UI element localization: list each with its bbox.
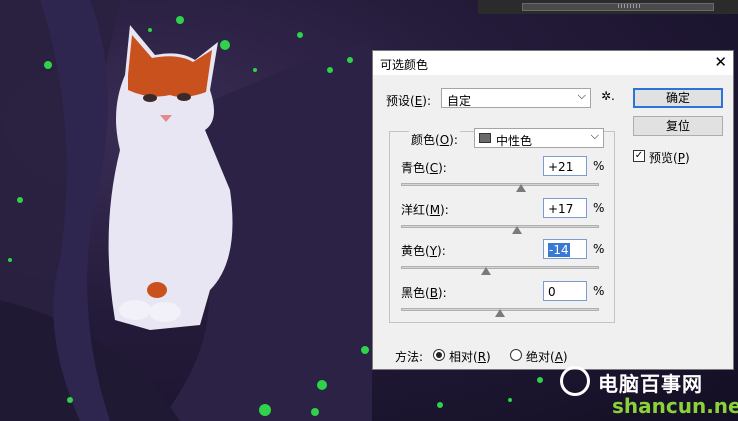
preview-checkbox[interactable]: ✓ (633, 150, 645, 162)
preset-value: 自定 (447, 94, 472, 108)
slider-track[interactable] (401, 225, 599, 228)
percent-label: % (593, 242, 605, 256)
selective-color-dialog: 可选颜色 ✕ 预设(E): 自定 ⌵ ✲. 确定 复位 ✓ 预览(P) 颜色(O… (372, 50, 734, 370)
gear-icon[interactable]: ✲. (601, 89, 615, 103)
scrollbar-grip (618, 4, 642, 8)
method-relative-radio[interactable] (433, 349, 445, 361)
slider-value-input[interactable]: +21 (543, 156, 587, 176)
method-absolute-label: 绝对(A) (526, 350, 568, 364)
preview-label: 预览(P) (649, 151, 690, 165)
dialog-title: 可选颜色 (380, 58, 429, 72)
slider-thumb[interactable] (515, 184, 526, 192)
method-label: 方法: (395, 350, 424, 364)
slider-list: 青色(C): +21% 洋红(M): +17% 黄色(Y): -14% 黑色(B): 0% (389, 131, 615, 323)
slider-value-input[interactable]: -14 (543, 239, 587, 259)
ok-button[interactable]: 确定 (633, 88, 723, 108)
preset-label: 预设(E): (386, 94, 432, 108)
reset-button[interactable]: 复位 (633, 116, 723, 136)
dialog-titlebar: 可选颜色 ✕ (373, 51, 733, 75)
slider-track[interactable] (401, 183, 599, 186)
close-icon[interactable]: ✕ (714, 53, 727, 71)
slider-thumb[interactable] (481, 267, 492, 275)
chevron-down-icon: ⌵ (577, 89, 586, 102)
watermark: 电脑百事网 shancun.net (560, 364, 738, 421)
method-absolute-radio[interactable] (510, 349, 522, 361)
slider-label: 洋红(M): (401, 203, 449, 217)
slider-thumb[interactable] (511, 226, 522, 234)
percent-label: % (593, 284, 605, 298)
slider-label: 青色(C): (401, 161, 447, 175)
percent-label: % (593, 159, 605, 173)
slider-thumb[interactable] (495, 309, 505, 317)
slider-label: 黑色(B): (401, 286, 447, 300)
watermark-logo-icon (560, 366, 590, 396)
percent-label: % (593, 201, 605, 215)
slider-value-input[interactable]: +17 (543, 198, 587, 218)
preset-select[interactable]: 自定 ⌵ (441, 88, 591, 108)
slider-value-input[interactable]: 0 (543, 281, 587, 301)
method-relative-label: 相对(R) (449, 350, 491, 364)
watermark-title: 电脑百事网 (598, 372, 703, 396)
slider-track[interactable] (401, 266, 599, 269)
top-panel-strip (478, 0, 738, 14)
watermark-url: shancun.net (612, 394, 738, 418)
slider-label: 黄色(Y): (401, 244, 446, 258)
